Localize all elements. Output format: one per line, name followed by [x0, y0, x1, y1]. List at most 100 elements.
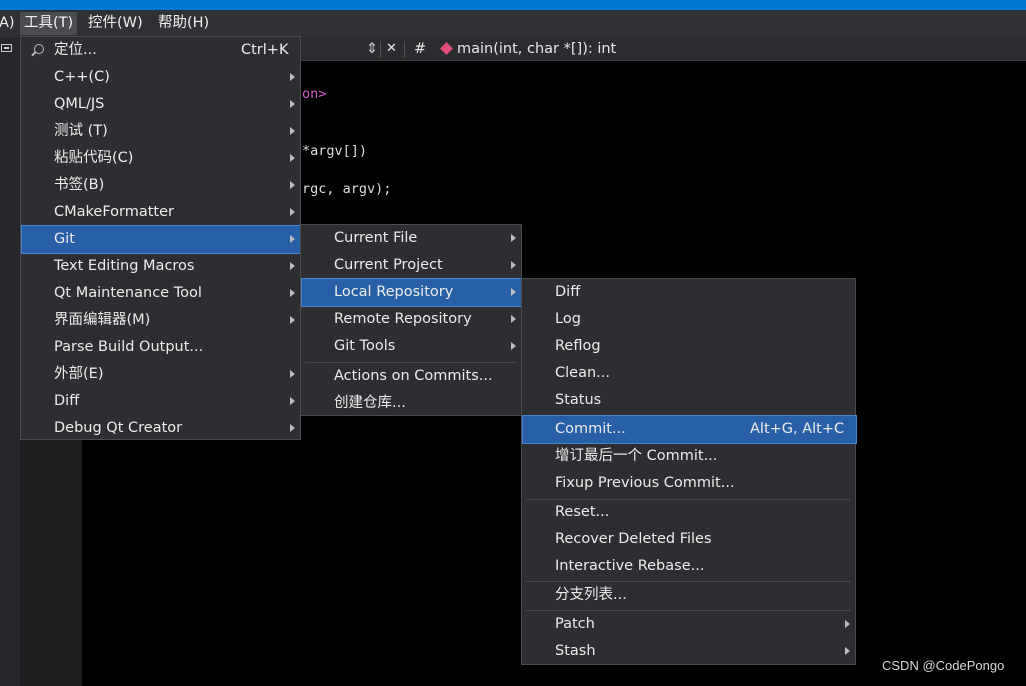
menu-item-label: Debug Qt Creator [54, 420, 183, 436]
menu-item-label: 增订最后一个 Commit... [555, 448, 718, 464]
menu-item-qt-maintenance-tool[interactable]: Qt Maintenance Tool [22, 280, 301, 307]
menu-item-label: 书签(B) [54, 177, 105, 193]
chevron-right-icon [290, 208, 295, 216]
chevron-right-icon [290, 262, 295, 270]
menu-item-local-repository[interactable]: Local Repository [301, 278, 523, 307]
chevron-right-icon [290, 316, 295, 324]
code-line: *argv[]) [302, 143, 368, 159]
chevron-right-icon [290, 289, 295, 297]
chevron-right-icon [511, 234, 516, 242]
menu-item-reflog[interactable]: Reflog [523, 333, 856, 360]
menu-item-external[interactable]: 外部(E) [22, 361, 301, 388]
menu-item-clean[interactable]: Clean... [523, 360, 856, 387]
menu-item-label: Log [555, 311, 581, 327]
menu-item-git-tools[interactable]: Git Tools [302, 333, 522, 360]
menu-help[interactable]: 帮助(H) [154, 12, 213, 35]
menu-item-label: Actions on Commits... [334, 368, 493, 384]
chevron-right-icon [845, 620, 850, 628]
menu-item-label: Text Editing Macros [54, 258, 195, 274]
menu-item-label: Git [54, 231, 75, 247]
menu-item-patch[interactable]: Patch [523, 611, 856, 638]
code-line: on> [302, 86, 327, 102]
menu-item-label: Parse Build Output... [54, 339, 204, 355]
menu-item-parse-build-output[interactable]: Parse Build Output... [22, 334, 301, 361]
menu-item-qmljs[interactable]: QML/JS [22, 91, 301, 118]
menu-item-label: QML/JS [54, 96, 105, 112]
git-submenu: Current File Current Project Local Repos… [300, 224, 523, 417]
menu-item-label: Commit... [555, 421, 626, 437]
chevron-right-icon [511, 288, 516, 296]
menu-item-diff[interactable]: Diff [523, 279, 856, 306]
menu-item-label: Interactive Rebase... [555, 558, 705, 574]
menu-item-label: Qt Maintenance Tool [54, 285, 202, 301]
chevron-right-icon [290, 235, 295, 243]
menu-item-log[interactable]: Log [523, 306, 856, 333]
menu-item-label: Patch [555, 616, 595, 632]
toolbar-separator [404, 41, 405, 57]
menu-item-label: 分支列表... [555, 587, 627, 603]
menu-item-current-project[interactable]: Current Project [302, 252, 522, 279]
menu-item-git[interactable]: Git [21, 225, 302, 254]
menu-item-ui-editor[interactable]: 界面编辑器(M) [22, 307, 301, 334]
menu-item-branch-list[interactable]: 分支列表... [523, 582, 856, 609]
menu-item-label: 测试 (T) [54, 123, 108, 139]
menu-analyze[interactable]: A) [0, 12, 19, 35]
menu-item-paste-code[interactable]: 粘贴代码(C) [22, 145, 301, 172]
menu-item-label: 界面编辑器(M) [54, 312, 151, 328]
menu-item-current-file[interactable]: Current File [302, 225, 522, 252]
mode-sidebar [0, 37, 20, 686]
menu-item-label: Stash [555, 643, 596, 659]
chevron-right-icon [290, 424, 295, 432]
title-bar [0, 0, 1026, 10]
menu-item-reset[interactable]: Reset... [523, 499, 856, 526]
menu-item-commit[interactable]: Commit... Alt+G, Alt+C [522, 415, 857, 444]
chevron-right-icon [511, 342, 516, 350]
menu-item-stash[interactable]: Stash [523, 638, 856, 665]
menu-item-fixup-previous-commit[interactable]: Fixup Previous Commit... [523, 470, 856, 497]
menu-item-status[interactable]: Status [523, 387, 856, 414]
menu-controls[interactable]: 控件(W) [84, 12, 147, 35]
code-line: rgc, argv); [302, 181, 392, 197]
menu-item-label: C++(C) [54, 69, 110, 85]
toolbar-separator [380, 41, 381, 57]
hash-symbol[interactable]: # [414, 39, 426, 59]
chevron-right-icon [290, 397, 295, 405]
menu-item-locate[interactable]: 定位... Ctrl+K [22, 37, 301, 64]
menu-item-cpp[interactable]: C++(C) [22, 64, 301, 91]
chevron-right-icon [290, 100, 295, 108]
menu-item-label: Local Repository [334, 284, 454, 300]
menu-item-label: 粘贴代码(C) [54, 150, 134, 166]
menu-bar: A) 工具(T) 控件(W) 帮助(H) [0, 10, 1026, 37]
chevron-right-icon [290, 73, 295, 81]
menu-item-amend-last-commit[interactable]: 增订最后一个 Commit... [523, 443, 856, 470]
menu-item-diff[interactable]: Diff [22, 388, 301, 415]
chevron-right-icon [290, 127, 295, 135]
file-combo-arrows-icon[interactable]: ⇕ [366, 39, 378, 59]
menu-item-cmakeformatter[interactable]: CMakeFormatter [22, 199, 301, 226]
menu-item-test[interactable]: 测试 (T) [22, 118, 301, 145]
menu-item-recover-deleted-files[interactable]: Recover Deleted Files [523, 526, 856, 553]
menu-item-remote-repository[interactable]: Remote Repository [302, 306, 522, 333]
menu-item-label: CMakeFormatter [54, 204, 174, 220]
menu-item-interactive-rebase[interactable]: Interactive Rebase... [523, 553, 856, 580]
menu-item-shortcut: Ctrl+K [241, 42, 289, 58]
menu-item-label: 外部(E) [54, 366, 104, 382]
menu-item-create-repository[interactable]: 创建仓库... [302, 390, 522, 417]
menu-tools[interactable]: 工具(T) [20, 12, 78, 35]
menu-item-label: 定位... [54, 42, 97, 58]
menu-item-shortcut: Alt+G, Alt+C [750, 421, 845, 437]
menu-item-text-editing-macros[interactable]: Text Editing Macros [22, 253, 301, 280]
menu-item-label: Recover Deleted Files [555, 531, 712, 547]
chevron-right-icon [511, 261, 516, 269]
menu-item-label: Reflog [555, 338, 601, 354]
menu-item-label: Reset... [555, 504, 610, 520]
menu-item-actions-on-commits[interactable]: Actions on Commits... [302, 363, 522, 390]
menu-item-debug-qt-creator[interactable]: Debug Qt Creator [22, 415, 301, 442]
chevron-right-icon [290, 154, 295, 162]
function-selector[interactable]: main(int, char *[]): int [457, 39, 616, 59]
split-view-icon[interactable] [1, 44, 12, 52]
menu-item-bookmarks[interactable]: 书签(B) [22, 172, 301, 199]
menu-item-label: Fixup Previous Commit... [555, 475, 735, 491]
close-document-icon[interactable]: ✕ [386, 39, 397, 59]
menu-item-label: Current File [334, 230, 418, 246]
